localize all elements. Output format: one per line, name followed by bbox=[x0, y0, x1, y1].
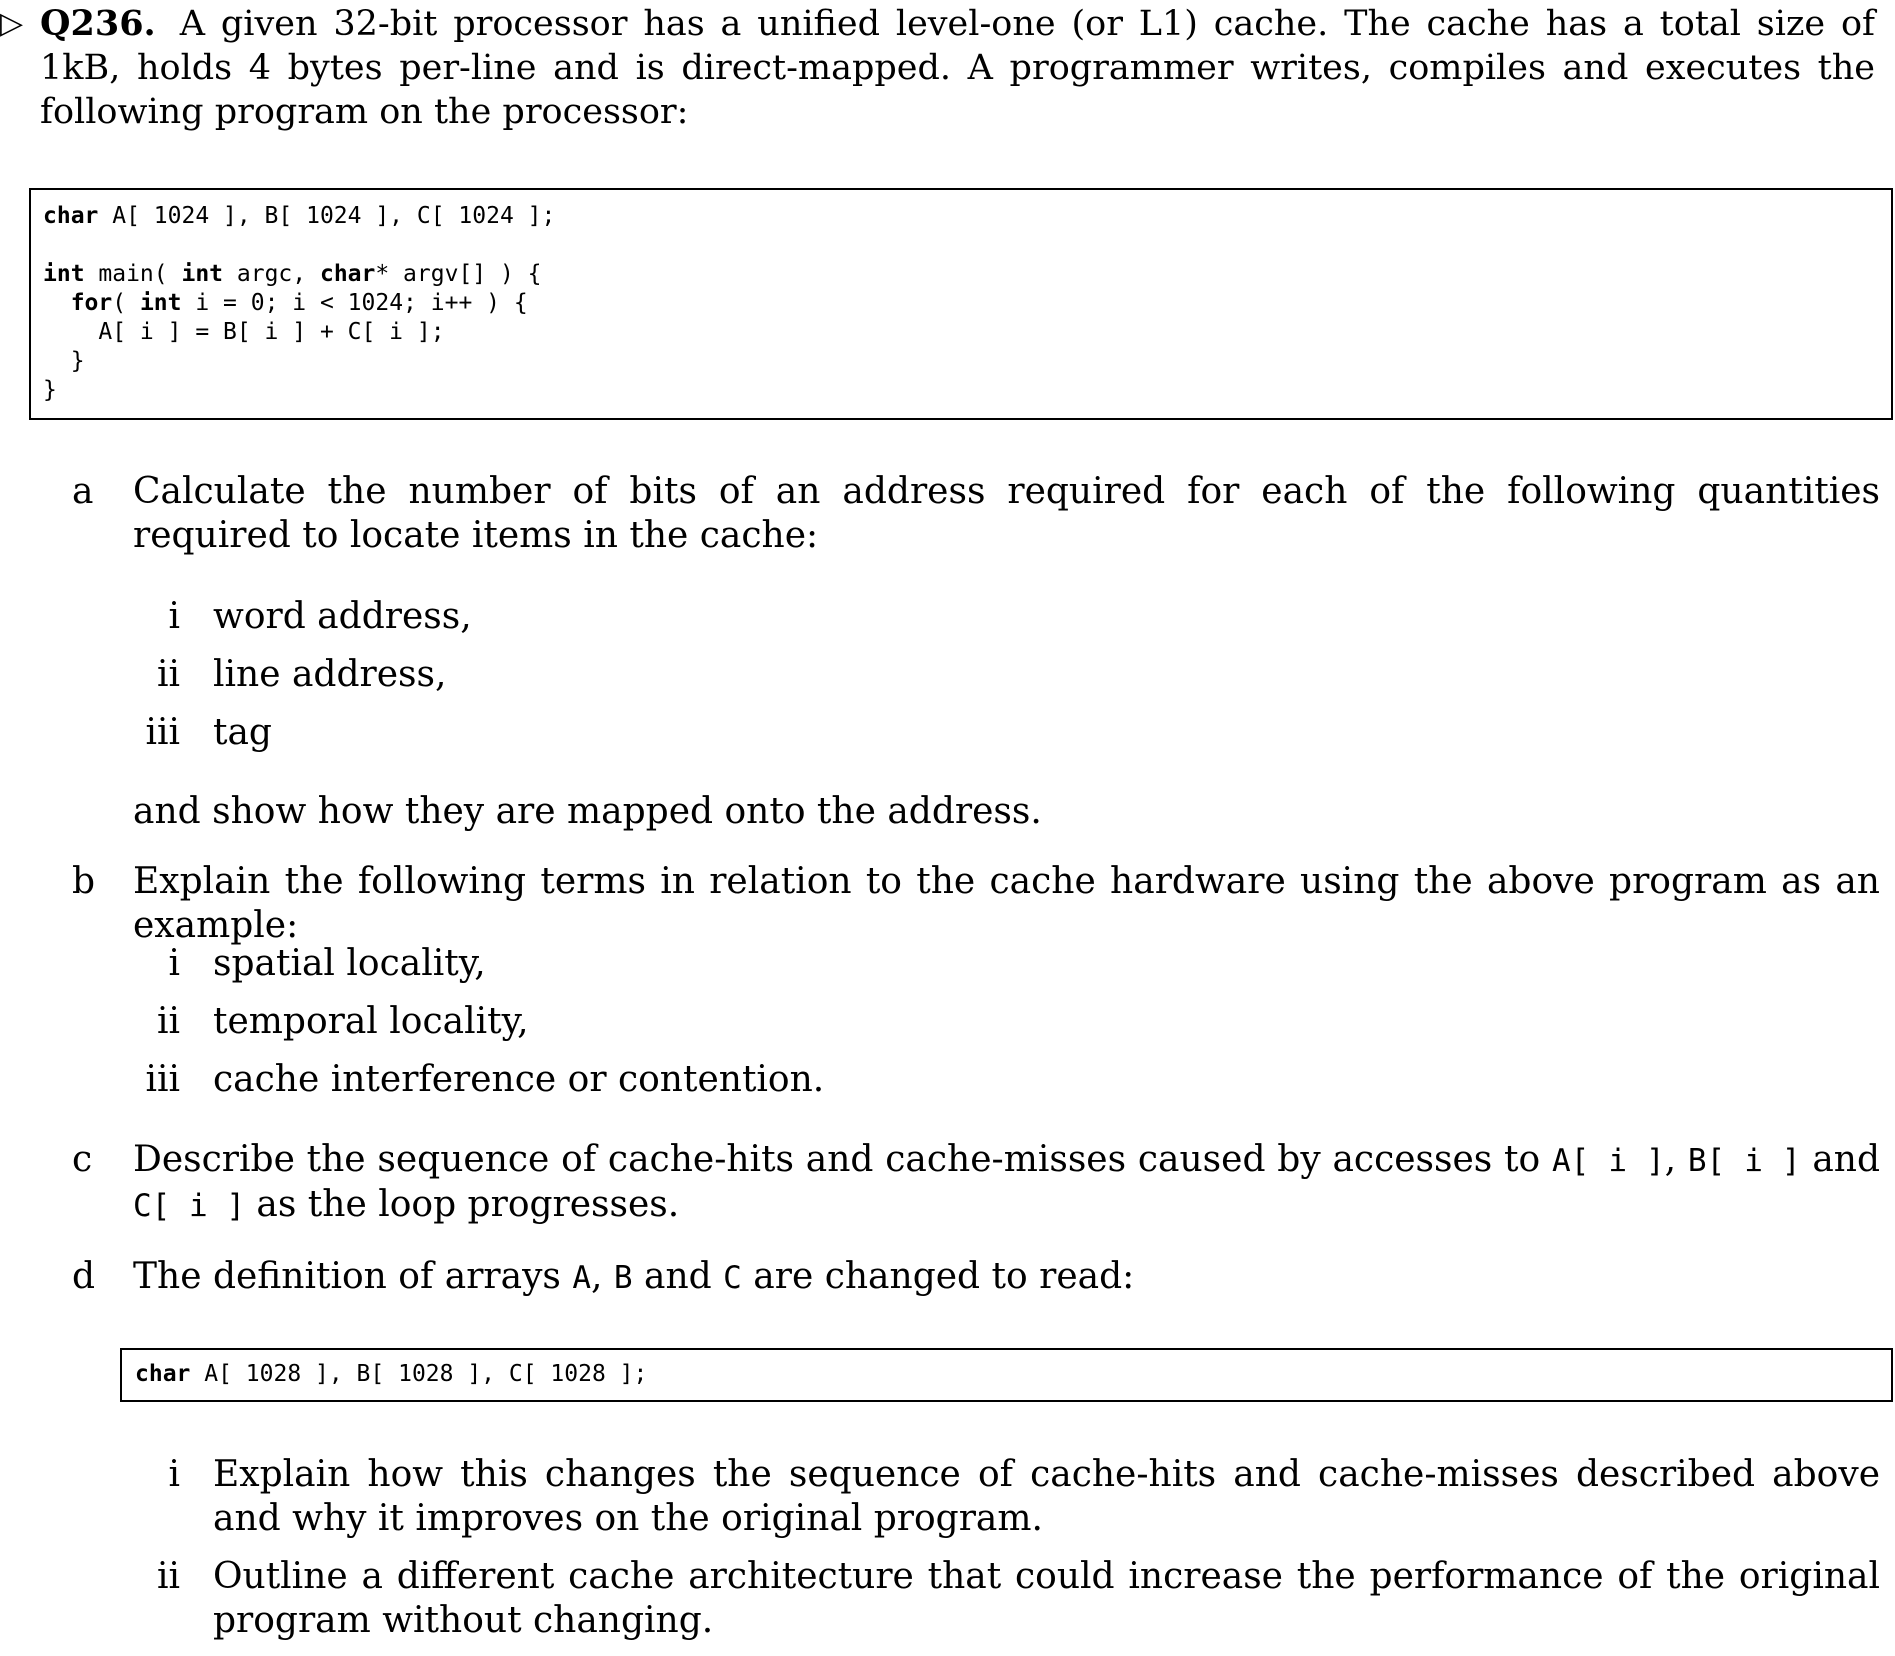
item-label: iii bbox=[145, 712, 180, 753]
code-line-blank bbox=[43, 231, 1891, 260]
inline-code-c-i: C[ i ] bbox=[133, 1188, 245, 1224]
item-text: line address, bbox=[213, 654, 447, 695]
code-line-6: } bbox=[43, 377, 57, 403]
part-c: c Describe the sequence of cache-hits an… bbox=[0, 1138, 1880, 1228]
part-d-text: The definition of arrays A, B and C are … bbox=[133, 1256, 1135, 1297]
code-line-modified: char A[ 1028 ], B[ 1028 ], C[ 1028 ]; bbox=[135, 1361, 648, 1387]
part-b-text: Explain the following terms in relation … bbox=[133, 861, 1880, 946]
inline-code-a: A bbox=[572, 1260, 592, 1296]
part-a-item-ii: ii line address, bbox=[0, 653, 1880, 697]
item-text: tag bbox=[213, 712, 272, 753]
part-b: b Explain the following terms in relatio… bbox=[0, 860, 1880, 948]
part-b-item-i: i spatial locality, bbox=[0, 942, 1880, 986]
part-a-item-iii: iii tag bbox=[0, 711, 1880, 755]
part-a-label: a bbox=[72, 471, 94, 512]
item-label: i bbox=[168, 943, 180, 984]
part-b-label: b bbox=[72, 861, 96, 902]
inline-code-b: B bbox=[613, 1260, 633, 1296]
code-line-4: A[ i ] = B[ i ] + C[ i ]; bbox=[43, 319, 445, 345]
item-text: Outline a different cache architecture t… bbox=[213, 1556, 1880, 1641]
exam-page: ▷ Q236. A given 32-bit processor has a un… bbox=[0, 0, 1895, 1656]
part-c-label: c bbox=[72, 1139, 93, 1180]
part-b-item-iii: iii cache interference or contention. bbox=[0, 1058, 1880, 1102]
item-label: i bbox=[168, 1454, 180, 1495]
item-text: word address, bbox=[213, 596, 472, 637]
part-a: a Calculate the number of bits of an add… bbox=[0, 470, 1880, 558]
part-d-item-i: i Explain how this changes the sequence … bbox=[0, 1453, 1880, 1541]
item-text: Explain how this changes the sequence of… bbox=[213, 1454, 1880, 1539]
part-b-item-ii: ii temporal locality, bbox=[0, 1000, 1880, 1044]
item-text: temporal locality, bbox=[213, 1001, 529, 1042]
part-d-item-ii: ii Outline a different cache architectur… bbox=[0, 1555, 1880, 1643]
part-a-item-i: i word address, bbox=[0, 595, 1880, 639]
item-text: cache interference or contention. bbox=[213, 1059, 825, 1100]
item-label: i bbox=[168, 596, 180, 637]
item-label: iii bbox=[145, 1059, 180, 1100]
code-block-main: char A[ 1024 ], B[ 1024 ], C[ 1024 ]; in… bbox=[29, 188, 1893, 420]
inline-code-b-i: B[ i ] bbox=[1687, 1143, 1801, 1179]
code-line-5: } bbox=[43, 348, 85, 374]
inline-code-a-i: A[ i ] bbox=[1551, 1143, 1665, 1179]
part-c-text: Describe the sequence of cache-hits and … bbox=[133, 1139, 1881, 1225]
code-line-2: int main( int argc, char* argv[] ) { bbox=[43, 261, 542, 287]
triangle-marker-icon: ▷ bbox=[0, 6, 24, 41]
item-label: ii bbox=[156, 1001, 180, 1042]
question-header: ▷ Q236. A given 32-bit processor has a un… bbox=[0, 2, 1875, 134]
part-d-label: d bbox=[72, 1256, 96, 1297]
part-d: d The definition of arrays A, B and C ar… bbox=[0, 1255, 1880, 1300]
question-number: Q236. bbox=[40, 3, 156, 44]
part-a-text: Calculate the number of bits of an addre… bbox=[133, 471, 1880, 556]
code-block-modified: char A[ 1028 ], B[ 1028 ], C[ 1028 ]; bbox=[120, 1348, 1893, 1402]
part-a-after-text: and show how they are mapped onto the ad… bbox=[133, 791, 1042, 832]
code-line-3: for( int i = 0; i < 1024; i++ ) { bbox=[70, 290, 528, 316]
inline-code-c: C bbox=[723, 1260, 742, 1296]
code-line-1: char A[ 1024 ], B[ 1024 ], C[ 1024 ]; bbox=[43, 203, 556, 229]
item-label: ii bbox=[156, 1556, 180, 1597]
item-label: ii bbox=[156, 654, 180, 695]
item-text: spatial locality, bbox=[213, 943, 486, 984]
question-intro-text: A given 32-bit processor has a unified l… bbox=[40, 4, 1875, 132]
question-intro: Q236. A given 32-bit processor has a unif… bbox=[40, 2, 1875, 134]
